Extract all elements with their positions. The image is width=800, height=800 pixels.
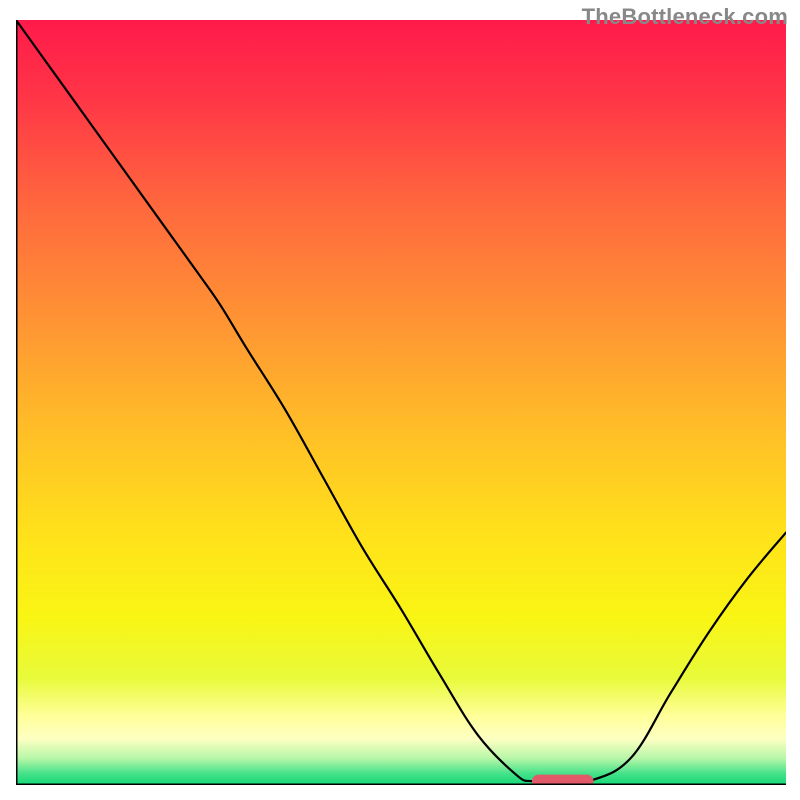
sweet-spot-marker: [532, 775, 594, 785]
chart-background: [16, 20, 786, 785]
plot-area: [16, 20, 786, 785]
chart-svg: [16, 20, 786, 785]
chart-container: TheBottleneck.com: [0, 0, 800, 800]
watermark-text: TheBottleneck.com: [582, 4, 788, 30]
